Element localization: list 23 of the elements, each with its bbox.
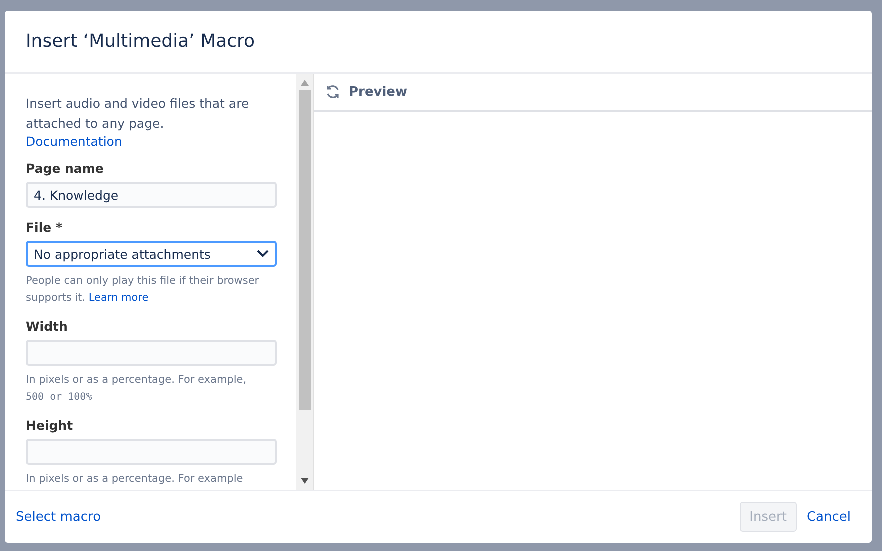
file-select[interactable]: No appropriate attachments [26,241,277,267]
dialog-title: Insert ‘Multimedia’ Macro [26,31,256,52]
cancel-link[interactable]: Cancel [806,510,851,524]
help-text: In pixels or as a percentage. For example [26,472,244,487]
help-text: In pixels or as a percentage. For example, 500 or 100% [26,373,248,405]
text-input[interactable] [26,439,277,465]
field-label: Height [26,418,74,433]
field-label: Page name [26,161,105,176]
scroll-up-icon[interactable] [300,80,308,86]
refresh-icon[interactable] [325,84,341,100]
scroll-down-icon[interactable] [300,478,308,484]
text-input[interactable] [26,340,277,366]
preview-label: Preview [349,84,408,100]
description: Insert audio and video files that are attached to any page. [26,95,250,133]
select-macro-link[interactable]: Select macro [16,510,102,524]
documentation-link[interactable]: Documentation [26,134,277,149]
field-label: File * [26,220,64,235]
chevron-down-icon [257,250,269,258]
text-input[interactable]: 4. Knowledge [26,182,277,208]
learn-more-link[interactable]: Learn more [88,292,149,304]
field-label: Width [26,319,69,334]
help-text: People can only play this file if their browser supports it. Learn more [26,274,260,306]
scrollbar[interactable] [296,74,314,490]
